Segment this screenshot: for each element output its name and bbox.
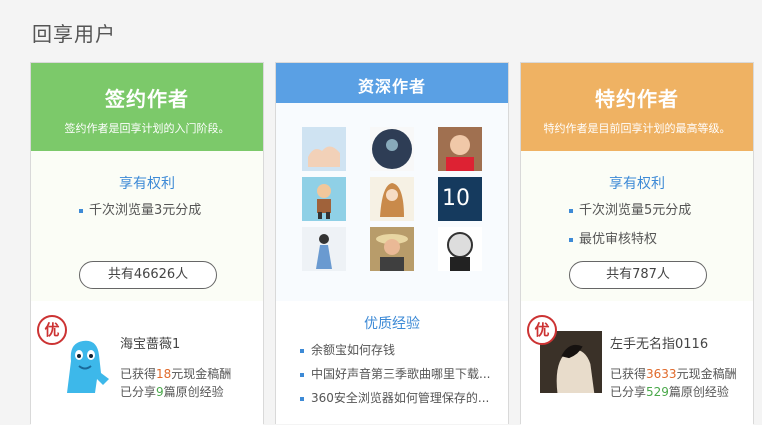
experience-link[interactable]: 余额宝如何存钱 — [300, 341, 490, 365]
author-avatar[interactable] — [438, 227, 482, 271]
user-earnings: 已获得3633元现金稿酬 — [610, 367, 737, 381]
section-title: 回享用户 — [32, 22, 116, 46]
signed-card-header: 签约作者 签约作者是回享计划的入门阶段。 — [31, 63, 263, 160]
author-avatar[interactable] — [302, 177, 346, 221]
user-earnings: 已获得18元现金稿酬 — [120, 367, 232, 381]
signed-benefit-title: 享有权利 — [119, 176, 175, 192]
author-avatar[interactable] — [370, 227, 414, 271]
signed-card-subtitle: 签约作者是回享计划的入门阶段。 — [64, 122, 230, 135]
special-benefit-list: 千次浏览量5元分成 最优审核特权 — [569, 202, 691, 260]
senior-card-header: 资深作者 — [276, 63, 508, 112]
special-count-button[interactable]: 共有787人 — [569, 261, 707, 289]
quality-experience-title: 优质经验 — [364, 316, 420, 332]
author-avatar[interactable] — [370, 127, 414, 171]
user-shared-count: 已分享529篇原创经验 — [610, 385, 729, 399]
special-card-header: 特约作者 特约作者是目前回享计划的最高等级。 — [521, 63, 753, 160]
author-avatar[interactable] — [370, 177, 414, 221]
user-name[interactable]: 海宝蔷薇1 — [120, 333, 180, 352]
special-card-title[interactable]: 特约作者 — [521, 63, 753, 112]
special-author-card: 特约作者 特约作者是目前回享计划的最高等级。 享有权利 千次浏览量5元分成 最优… — [520, 62, 754, 425]
quality-experience-list: 余额宝如何存钱 中国好声音第三季歌曲哪里下载... 360安全浏览器如何管理保存… — [300, 341, 490, 413]
special-benefit-title: 享有权利 — [609, 176, 665, 192]
signed-featured-user: 优 海宝蔷薇1 已获得18元现金稿酬 已分享9篇原创经验 — [31, 303, 263, 425]
benefit-item: 千次浏览量5元分成 — [569, 202, 691, 231]
benefit-item: 千次浏览量3元分成 — [79, 202, 201, 231]
author-avatar[interactable] — [438, 127, 482, 171]
special-featured-user: 优 左手无名指0116 已获得3633元现金稿酬 已分享529篇原创经验 — [521, 303, 753, 425]
author-avatar[interactable] — [302, 227, 346, 271]
experience-link[interactable]: 中国好声音第三季歌曲哪里下载... — [300, 365, 490, 389]
quality-badge-icon: 优 — [37, 315, 67, 345]
senior-author-card: 资深作者 10 优质经验 余额宝如何存钱 中国好声音第三季歌曲哪里下载... 3… — [275, 62, 509, 424]
benefit-item: 最优审核特权 — [569, 231, 691, 260]
user-avatar[interactable] — [57, 333, 113, 395]
user-shared-count: 已分享9篇原创经验 — [120, 385, 224, 399]
senior-card-title[interactable]: 资深作者 — [276, 63, 508, 97]
signed-card-title[interactable]: 签约作者 — [31, 63, 263, 112]
author-avatar[interactable] — [302, 127, 346, 171]
author-avatar[interactable]: 10 — [438, 177, 482, 221]
signed-benefit-list: 千次浏览量3元分成 — [79, 202, 201, 231]
quality-badge-icon: 优 — [527, 315, 557, 345]
signed-author-card: 签约作者 签约作者是回享计划的入门阶段。 享有权利 千次浏览量3元分成 共有46… — [30, 62, 264, 425]
experience-link[interactable]: 360安全浏览器如何管理保存的... — [300, 389, 490, 413]
special-card-subtitle: 特约作者是目前回享计划的最高等级。 — [543, 122, 731, 135]
user-name[interactable]: 左手无名指0116 — [610, 333, 708, 352]
svg-text:10: 10 — [442, 186, 470, 211]
signed-count-button[interactable]: 共有46626人 — [79, 261, 217, 289]
